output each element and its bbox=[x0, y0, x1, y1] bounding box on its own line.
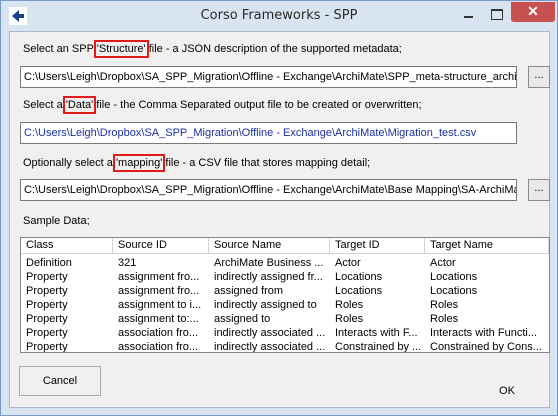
table-cell: Locations bbox=[430, 285, 478, 297]
table-cell: Locations bbox=[430, 271, 478, 283]
minimize-button[interactable] bbox=[456, 5, 481, 23]
table-cell: Roles bbox=[335, 299, 364, 311]
table-cell: indirectly assigned fr... bbox=[214, 271, 323, 283]
structure-browse-button[interactable]: ... bbox=[528, 66, 550, 88]
table-cell: indirectly associated ... bbox=[214, 341, 326, 353]
maximize-button[interactable] bbox=[484, 5, 509, 23]
table-cell: Property bbox=[26, 285, 68, 297]
table-row[interactable]: Property assignment fro... assigned from… bbox=[21, 284, 549, 298]
table-cell: Constrained by Cons... bbox=[430, 341, 542, 353]
table-cell: assignment fro... bbox=[118, 285, 200, 297]
data-label-highlight: 'Data' bbox=[62, 96, 97, 114]
table-row[interactable]: Definition 321 ArchiMate Business ... Ac… bbox=[21, 256, 549, 270]
column-header-target-id[interactable]: Target ID bbox=[330, 238, 425, 254]
column-header-source-name[interactable]: Source Name bbox=[209, 238, 330, 254]
structure-label-after: file - a JSON description of the support… bbox=[145, 43, 402, 55]
table-cell: Interacts with Functi... bbox=[430, 327, 537, 339]
table-row[interactable]: Property assignment to:... assigned to R… bbox=[21, 312, 549, 326]
close-icon: ✕ bbox=[527, 3, 539, 19]
table-cell: Roles bbox=[430, 313, 459, 325]
ok-button[interactable]: OK bbox=[470, 377, 544, 407]
table-cell: Locations bbox=[335, 285, 383, 297]
structure-label-highlight: 'Structure' bbox=[93, 40, 149, 58]
column-header-source-id[interactable]: Source ID bbox=[113, 238, 209, 254]
cancel-button[interactable]: Cancel bbox=[19, 366, 101, 396]
table-row[interactable]: Property assignment fro... indirectly as… bbox=[21, 270, 549, 284]
mapping-label: Optionally select a 'mapping' file - a C… bbox=[23, 154, 371, 172]
table-cell: Property bbox=[26, 271, 68, 283]
table-cell: Roles bbox=[430, 299, 459, 311]
table-cell: association fro... bbox=[118, 341, 199, 353]
data-file-input[interactable]: C:\Users\Leigh\Dropbox\SA_SPP_Migration\… bbox=[20, 122, 517, 144]
column-header-class[interactable]: Class bbox=[21, 238, 113, 254]
table-header: Class Source ID Source Name Target ID Ta… bbox=[21, 238, 549, 254]
table-cell: assigned from bbox=[214, 285, 284, 297]
table-cell: Property bbox=[26, 299, 68, 311]
table-cell: Actor bbox=[335, 257, 361, 269]
mapping-file-input[interactable]: C:\Users\Leigh\Dropbox\SA_SPP_Migration\… bbox=[20, 179, 517, 201]
structure-label: Select an SPP 'Structure' file - a JSON … bbox=[23, 40, 402, 58]
table-cell: association fro... bbox=[118, 327, 199, 339]
column-header-target-name[interactable]: Target Name bbox=[425, 238, 549, 254]
sample-data-label: Sample Data; bbox=[23, 215, 90, 227]
table-cell: assignment fro... bbox=[118, 271, 200, 283]
table-cell: ArchiMate Business ... bbox=[214, 257, 324, 269]
data-file-label: Select a 'Data' file - the Comma Separat… bbox=[23, 96, 422, 114]
structure-file-input[interactable]: C:\Users\Leigh\Dropbox\SA_SPP_Migration\… bbox=[20, 66, 517, 88]
table-cell: Roles bbox=[335, 313, 364, 325]
structure-label-before: Select an SPP bbox=[23, 43, 97, 55]
table-cell: Constrained by ... bbox=[335, 341, 422, 353]
data-label-before: Select a bbox=[23, 99, 66, 111]
table-cell: 321 bbox=[118, 257, 137, 269]
table-cell: Property bbox=[26, 341, 68, 353]
sample-data-table[interactable]: Class Source ID Source Name Target ID Ta… bbox=[20, 237, 550, 353]
table-cell: Interacts with F... bbox=[335, 327, 418, 339]
table-cell: Definition bbox=[26, 257, 72, 269]
mapping-label-highlight: 'mapping' bbox=[112, 154, 166, 172]
table-cell: assignment to i... bbox=[118, 299, 202, 311]
table-cell: assignment to:... bbox=[118, 313, 199, 325]
table-cell: Property bbox=[26, 327, 68, 339]
table-cell: Locations bbox=[335, 271, 383, 283]
table-cell: indirectly associated ... bbox=[214, 327, 326, 339]
close-button[interactable]: ✕ bbox=[511, 2, 555, 22]
table-cell: Property bbox=[26, 313, 68, 325]
table-row[interactable]: Property association fro... indirectly a… bbox=[21, 340, 549, 353]
table-row[interactable]: Property association fro... indirectly a… bbox=[21, 326, 549, 340]
mapping-browse-button[interactable]: ... bbox=[528, 179, 550, 201]
mapping-label-after: file - a CSV file that stores mapping de… bbox=[162, 157, 371, 169]
table-cell: indirectly assigned to bbox=[214, 299, 317, 311]
table-cell: Actor bbox=[430, 257, 456, 269]
table-cell: assigned to bbox=[214, 313, 271, 325]
dialog-body: Select an SPP 'Structure' file - a JSON … bbox=[9, 31, 550, 408]
mapping-label-before: Optionally select a bbox=[23, 157, 116, 169]
data-label-after: file - the Comma Separated output file t… bbox=[93, 99, 422, 111]
title-bar[interactable]: Corso Frameworks - SPP ✕ bbox=[1, 1, 557, 31]
table-row[interactable]: Property assignment to i... indirectly a… bbox=[21, 298, 549, 312]
dialog-window: Corso Frameworks - SPP ✕ Select an SPP '… bbox=[0, 0, 558, 416]
